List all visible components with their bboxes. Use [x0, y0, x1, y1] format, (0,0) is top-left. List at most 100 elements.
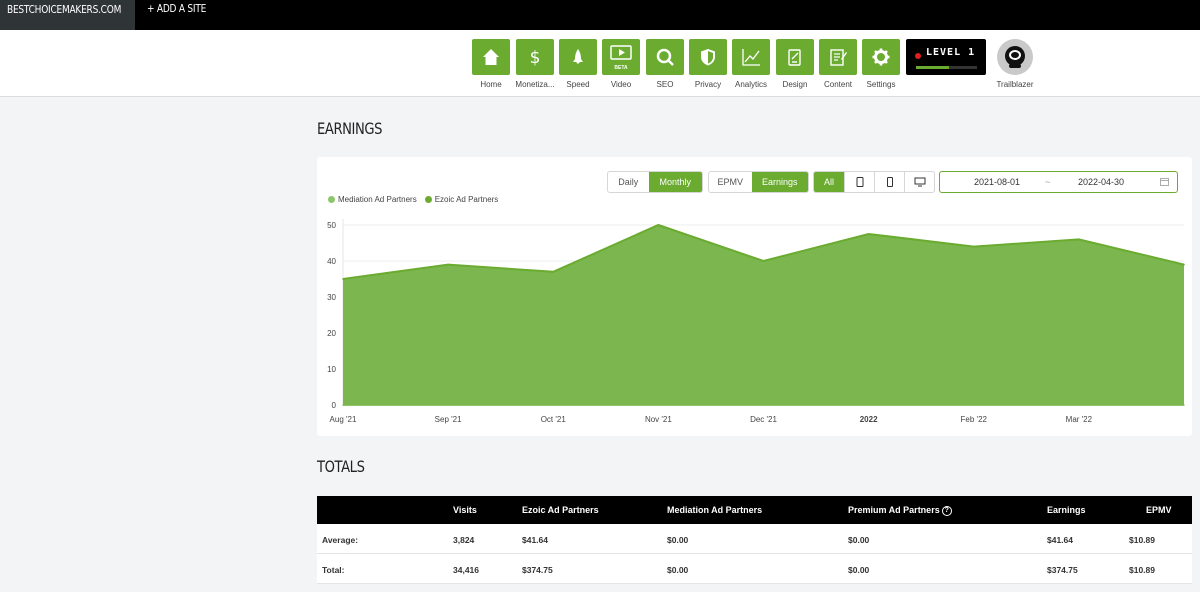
- cell-visits: 3,824: [453, 535, 475, 545]
- data-point: [657, 224, 660, 226]
- site-name: BESTCHOICEMAKERS.COM: [7, 3, 122, 16]
- x-tick-label: Feb '22: [961, 415, 988, 424]
- line-chart-icon: [742, 49, 760, 66]
- level-progress-bar: [916, 66, 977, 69]
- col-header-mediation: Mediation Ad Partners: [667, 505, 763, 515]
- add-site-label: + ADD A SITE: [147, 2, 207, 15]
- x-tick-label: Oct '21: [541, 415, 567, 424]
- cell-mediation: $0.00: [667, 565, 689, 575]
- col-header-ezoic: Ezoic Ad Partners: [522, 505, 599, 515]
- col-header-epmv: EPMV: [1146, 505, 1172, 515]
- data-point: [1078, 238, 1080, 241]
- y-tick-label: 0: [332, 401, 337, 410]
- x-tick-label: Dec '21: [750, 415, 777, 424]
- cell-visits: 34,416: [453, 565, 479, 575]
- gear-icon: [872, 48, 890, 66]
- earnings-heading: EARNINGS: [317, 119, 383, 138]
- totals-table-header: Visits Ezoic Ad Partners Mediation Ad Pa…: [317, 496, 1192, 524]
- design-icon: [788, 49, 801, 66]
- privacy-tile[interactable]: [689, 39, 727, 75]
- add-site-link[interactable]: + ADD A SITE: [147, 0, 219, 20]
- nav-item-seo[interactable]: SEO: [646, 39, 684, 89]
- x-tick-label: Mar '22: [1066, 415, 1093, 424]
- x-tick-label: Sep '21: [435, 415, 462, 424]
- content-tile[interactable]: [819, 39, 857, 75]
- nav-item-monetization[interactable]: $ Monetiza...: [515, 39, 555, 89]
- nav-label-settings: Settings: [866, 80, 896, 89]
- row-label: Total:: [322, 565, 345, 575]
- level-progress-fill: [916, 66, 949, 69]
- table-row: Average: 3,824 $41.64 $0.00 $0.00 $41.64…: [317, 524, 1192, 554]
- document-icon: [830, 49, 847, 66]
- dollar-icon: $: [530, 48, 541, 67]
- profile-label: Trailblazer: [996, 80, 1034, 89]
- cell-premium: $0.00: [848, 565, 870, 575]
- home-icon: [483, 49, 499, 65]
- earnings-area-chart: 0 10 20 30 40 50 Aug '21 Sep '21 Oct '21 Nov '21 D…: [327, 219, 1185, 424]
- rocket-icon: [573, 49, 583, 64]
- x-tick-label: Nov '21: [645, 415, 672, 424]
- table-row: Total: 34,416 $374.75 $0.00 $0.00 $374.7…: [317, 554, 1192, 584]
- seo-tile[interactable]: [646, 39, 684, 75]
- data-point: [867, 233, 870, 235]
- col-header-earnings: Earnings: [1047, 505, 1086, 515]
- video-icon: [610, 45, 632, 60]
- nav-item-privacy[interactable]: Privacy: [689, 39, 727, 89]
- level-label: LEVEL 1: [926, 47, 976, 58]
- level-indicator-dot: [915, 53, 921, 59]
- cell-earnings: $41.64: [1047, 535, 1073, 545]
- avatar[interactable]: [997, 39, 1033, 75]
- cell-epmv: $10.89: [1129, 535, 1155, 545]
- col-header-premium: Premium Ad Partners?: [848, 505, 952, 516]
- y-tick-label: 50: [327, 221, 336, 230]
- cell-ezoic: $374.75: [522, 565, 553, 575]
- data-point: [972, 245, 975, 248]
- help-icon[interactable]: ?: [941, 505, 952, 516]
- nav-item-settings[interactable]: Settings: [862, 39, 900, 89]
- earnings-chart-card: Daily Monthly EPMV Earnings All 2021-08-…: [317, 157, 1192, 436]
- level-badge[interactable]: LEVEL 1: [906, 39, 986, 75]
- cell-earnings: $374.75: [1047, 565, 1078, 575]
- video-tile[interactable]: BETA: [602, 39, 640, 75]
- cell-premium: $0.00: [848, 535, 870, 545]
- y-tick-label: 10: [327, 365, 336, 374]
- y-tick-label: 40: [327, 257, 336, 266]
- nav-item-speed[interactable]: Speed: [559, 39, 597, 89]
- nav-item-video[interactable]: BETA Video: [602, 39, 640, 89]
- shield-icon: [701, 49, 715, 66]
- speed-tile[interactable]: [559, 39, 597, 75]
- svg-text:$: $: [530, 48, 541, 67]
- beta-badge: BETA: [614, 65, 628, 71]
- totals-table: Visits Ezoic Ad Partners Mediation Ad Pa…: [317, 496, 1192, 584]
- main-nav: Home $ Monetiza... Speed BETA Video SEO …: [0, 30, 1200, 97]
- cell-epmv: $10.89: [1129, 565, 1155, 575]
- data-point: [762, 260, 765, 262]
- area-ezoic: [343, 225, 1184, 405]
- col-header-visits: Visits: [453, 505, 477, 515]
- y-tick-label: 20: [327, 329, 336, 338]
- cell-mediation: $0.00: [667, 535, 689, 545]
- x-tick-label: Aug '21: [330, 415, 357, 424]
- x-tick-label: 2022: [860, 415, 878, 424]
- data-point: [552, 271, 555, 273]
- astronaut-icon: [1005, 46, 1025, 68]
- nav-item-analytics[interactable]: Analytics: [732, 39, 770, 89]
- magnifier-icon: [656, 48, 674, 66]
- y-tick-label: 30: [327, 293, 336, 302]
- cell-ezoic: $41.64: [522, 535, 548, 545]
- nav-item-content[interactable]: Content: [819, 39, 857, 89]
- nav-item-design[interactable]: Design: [776, 39, 814, 89]
- data-point: [1183, 263, 1185, 266]
- home-tile[interactable]: [472, 39, 510, 75]
- monetization-tile[interactable]: $: [516, 39, 554, 75]
- analytics-tile[interactable]: [732, 39, 770, 75]
- data-point: [342, 278, 344, 280]
- design-tile[interactable]: [776, 39, 814, 75]
- settings-tile[interactable]: [862, 39, 900, 75]
- row-label: Average:: [322, 535, 359, 545]
- profile-menu[interactable]: Trailblazer: [990, 39, 1040, 89]
- nav-item-home[interactable]: Home: [472, 39, 510, 89]
- totals-heading: TOTALS: [317, 457, 365, 476]
- top-bar: BESTCHOICEMAKERS.COM + ADD A SITE: [0, 0, 1200, 30]
- site-selector-tab[interactable]: BESTCHOICEMAKERS.COM: [0, 0, 135, 30]
